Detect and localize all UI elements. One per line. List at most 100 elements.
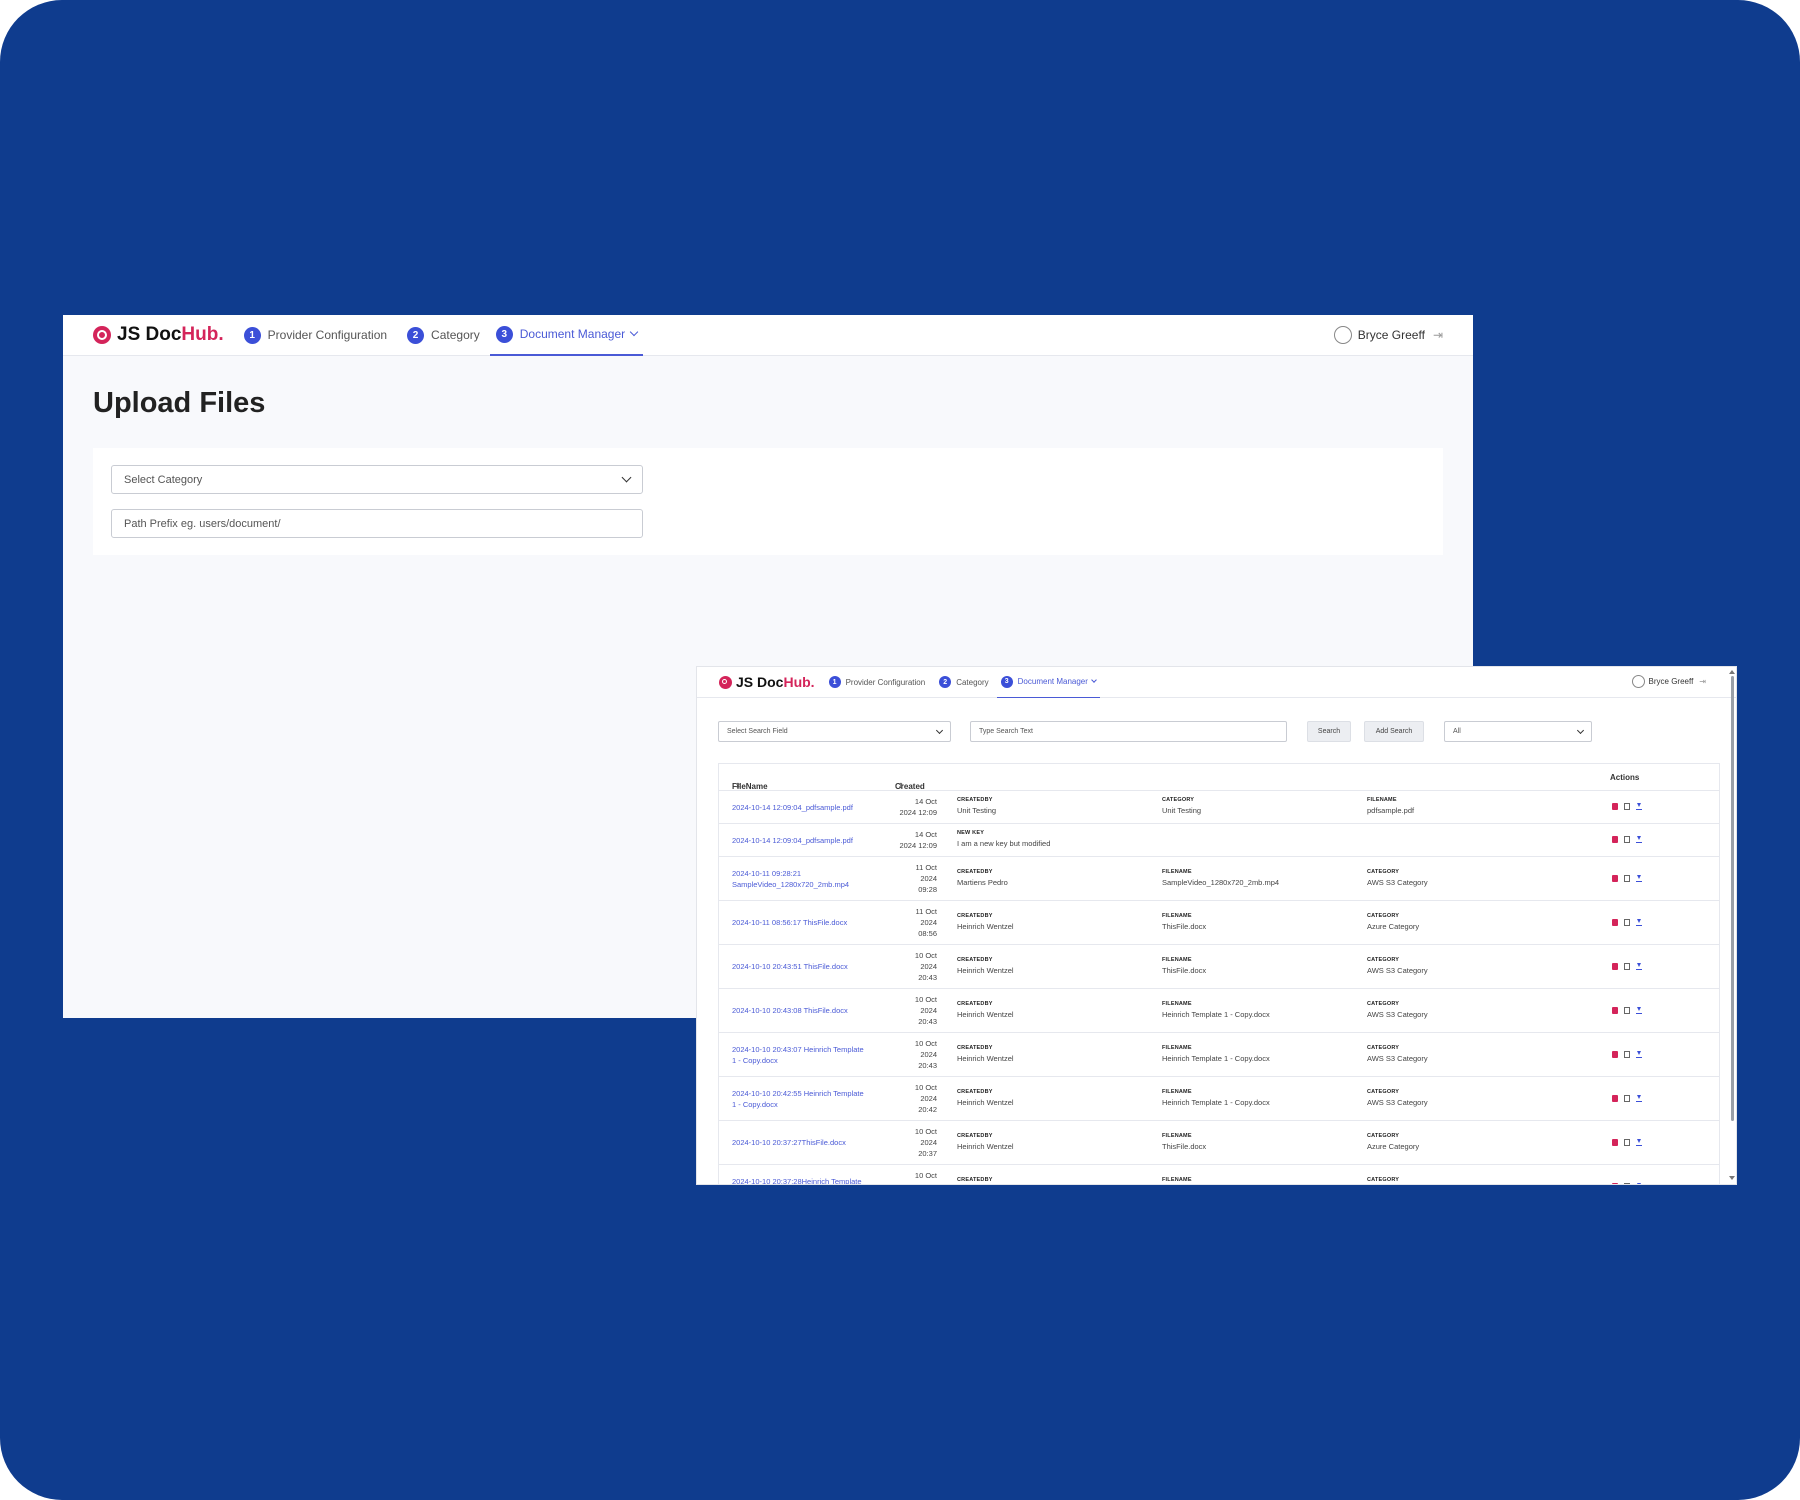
document-icon[interactable] [1624, 1182, 1630, 1184]
download-icon[interactable] [1636, 1182, 1642, 1184]
created-date-line: 09:28 [918, 885, 937, 894]
trash-icon[interactable] [1612, 836, 1618, 843]
document-icon[interactable] [1624, 803, 1630, 810]
brand-suffix: Hub. [783, 674, 815, 690]
scrollbar[interactable] [1731, 676, 1734, 1121]
download-icon[interactable] [1636, 918, 1642, 926]
filter-select[interactable]: All [1444, 721, 1592, 742]
download-icon[interactable] [1636, 1006, 1642, 1014]
metadata-field: CATEGORYAzure Category [1367, 913, 1567, 931]
row-actions [1612, 1050, 1642, 1058]
user-menu[interactable]: Bryce Greeff ⇥ [1333, 326, 1443, 344]
metadata-value: Azure Category [1367, 921, 1420, 931]
nav-step-provider-configuration[interactable]: 1 Provider Configuration [243, 315, 388, 356]
trash-icon[interactable] [1612, 803, 1618, 810]
created-date-line: 20:43 [918, 1061, 937, 1070]
metadata-key: FILENAME [1162, 1000, 1192, 1007]
document-icon[interactable] [1624, 1094, 1630, 1102]
scroll-up-arrow[interactable] [1729, 670, 1735, 674]
metadata-field: CATEGORY AWS S3 Category [1367, 1045, 1567, 1063]
document-icon[interactable] [1624, 874, 1630, 882]
nav-step-document-manager[interactable]: 3 Document Manager [996, 667, 1100, 698]
metadata-key: CATEGORY [1367, 1132, 1400, 1139]
metadata-value: Heinrich Wentzel [957, 1053, 1014, 1063]
created-date-line: 20:42 [918, 1105, 937, 1114]
metadata-field: CREATEDBY Heinrich Wentzel [957, 1045, 1157, 1063]
created-date: 14 Oct 2024 12:09 [889, 796, 937, 818]
table-row: 2024-10-10 20:43:08 ThisFile.docx 10 Oct 2… [719, 989, 1719, 1033]
row-actions [1612, 836, 1642, 843]
created-date-line: 2024 [889, 1181, 937, 1184]
metadata-field: FILENAME Heinrich Template 1 - Copy.docx [1162, 1045, 1362, 1063]
logout-icon[interactable]: ⇥ [1433, 328, 1443, 342]
metadata-key: CATEGORY [1162, 797, 1195, 803]
file-link[interactable]: 2024-10-10 20:43:51 ThisFile.docx [732, 961, 867, 972]
created-date-line: 20:37 [918, 1149, 937, 1158]
table-row: 2024-10-10 20:42:55 Heinrich Template 1 … [719, 1077, 1719, 1121]
chevron-down-icon [1091, 677, 1097, 683]
search-button[interactable]: Search [1307, 721, 1351, 742]
metadata-field: CREATEDBY Unit Testing [957, 797, 1157, 815]
row-actions [1612, 1006, 1642, 1014]
file-link[interactable]: 2024-10-11 08:56:17 ThisFile.docx [732, 917, 867, 928]
trash-icon[interactable] [1612, 874, 1618, 882]
metadata-key: FILENAME [1162, 868, 1192, 875]
add-search-button[interactable]: Add Search [1364, 721, 1424, 742]
step-label: Provider Configuration [267, 328, 388, 342]
path-prefix-input[interactable]: Path Prefix eg. users/document/ [111, 509, 643, 538]
scroll-down-arrow[interactable] [1729, 1176, 1735, 1180]
nav-step-document-manager[interactable]: 3 Document Manager [489, 315, 644, 356]
file-link[interactable]: 2024-10-14 12:09:04_pdfsample.pdf [732, 802, 867, 813]
download-icon[interactable] [1636, 1050, 1642, 1058]
file-link[interactable]: 2024-10-10 20:43:08 ThisFile.docx [732, 1005, 867, 1016]
file-link[interactable]: 2024-10-10 20:43:07 Heinrich Template 1 … [732, 1044, 867, 1066]
nav-step-provider-configuration[interactable]: 1 Provider Configuration [828, 667, 925, 698]
document-icon[interactable] [1624, 836, 1630, 843]
logout-icon[interactable]: ⇥ [1699, 677, 1706, 686]
metadata-key: CATEGORY [1367, 1044, 1400, 1051]
trash-icon[interactable] [1612, 918, 1618, 926]
download-icon[interactable] [1636, 1094, 1642, 1102]
trash-icon[interactable] [1612, 1138, 1618, 1146]
metadata-field: FILENAME Heinrich Template 1 - Copy.docx [1162, 1089, 1362, 1107]
document-icon[interactable] [1624, 918, 1630, 926]
metadata-value: Heinrich Wentzel [957, 965, 1014, 975]
created-date-line: 14 Oct [914, 830, 937, 839]
brand-logo[interactable]: JS Doc Hub. [93, 324, 224, 346]
trash-icon[interactable] [1612, 962, 1618, 970]
metadata-field: FILENAMEThisFile.docx [1162, 1177, 1362, 1185]
search-text-input[interactable]: Type Search Text [970, 721, 1287, 742]
download-icon[interactable] [1636, 1138, 1642, 1146]
search-field-select[interactable]: Select Search Field [718, 721, 951, 742]
file-link[interactable]: 2024-10-10 20:37:27ThisFile.docx [732, 1137, 867, 1148]
user-avatar-icon [1333, 326, 1352, 344]
download-icon[interactable] [1636, 962, 1642, 970]
table-header: FileName ⇕ Created ⇕ Actions [719, 764, 1719, 791]
download-icon[interactable] [1636, 874, 1642, 882]
nav-step-category[interactable]: 2 Category [939, 667, 989, 698]
file-link[interactable]: 2024-10-14 12:09:04_pdfsample.pdf [732, 835, 867, 846]
user-menu[interactable]: Bryce Greeff ⇥ [1631, 675, 1706, 688]
brand-logo[interactable]: JS Doc Hub. [719, 674, 815, 690]
created-date: 10 Oct 2024 20:37 [889, 1126, 937, 1159]
document-icon[interactable] [1624, 1006, 1630, 1014]
file-link[interactable]: 2024-10-11 09:28:21 SampleVideo_1280x720… [732, 868, 867, 890]
metadata-value: Heinrich Template 1 - Copy.docx [1162, 1053, 1270, 1063]
trash-icon[interactable] [1612, 1182, 1618, 1184]
download-icon[interactable] [1636, 803, 1642, 810]
document-icon[interactable] [1624, 962, 1630, 970]
trash-icon[interactable] [1612, 1050, 1618, 1058]
table-row: 2024-10-10 20:43:07 Heinrich Template 1 … [719, 1033, 1719, 1077]
metadata-value: Martiens Pedro [957, 877, 1008, 887]
download-icon[interactable] [1636, 836, 1642, 843]
trash-icon[interactable] [1612, 1094, 1618, 1102]
document-icon[interactable] [1624, 1138, 1630, 1146]
document-icon[interactable] [1624, 1050, 1630, 1058]
metadata-value: AWS S3 Category [1367, 965, 1428, 975]
file-link[interactable]: 2024-10-10 20:37:28Heinrich Template 1 -… [732, 1176, 867, 1185]
file-link[interactable]: 2024-10-10 20:42:55 Heinrich Template 1 … [732, 1088, 867, 1110]
nav-step-category[interactable]: 2 Category [407, 315, 480, 356]
trash-icon[interactable] [1612, 1006, 1618, 1014]
metadata-field: CATEGORYAzure Category [1367, 1177, 1567, 1185]
category-select[interactable]: Select Category [111, 465, 643, 494]
